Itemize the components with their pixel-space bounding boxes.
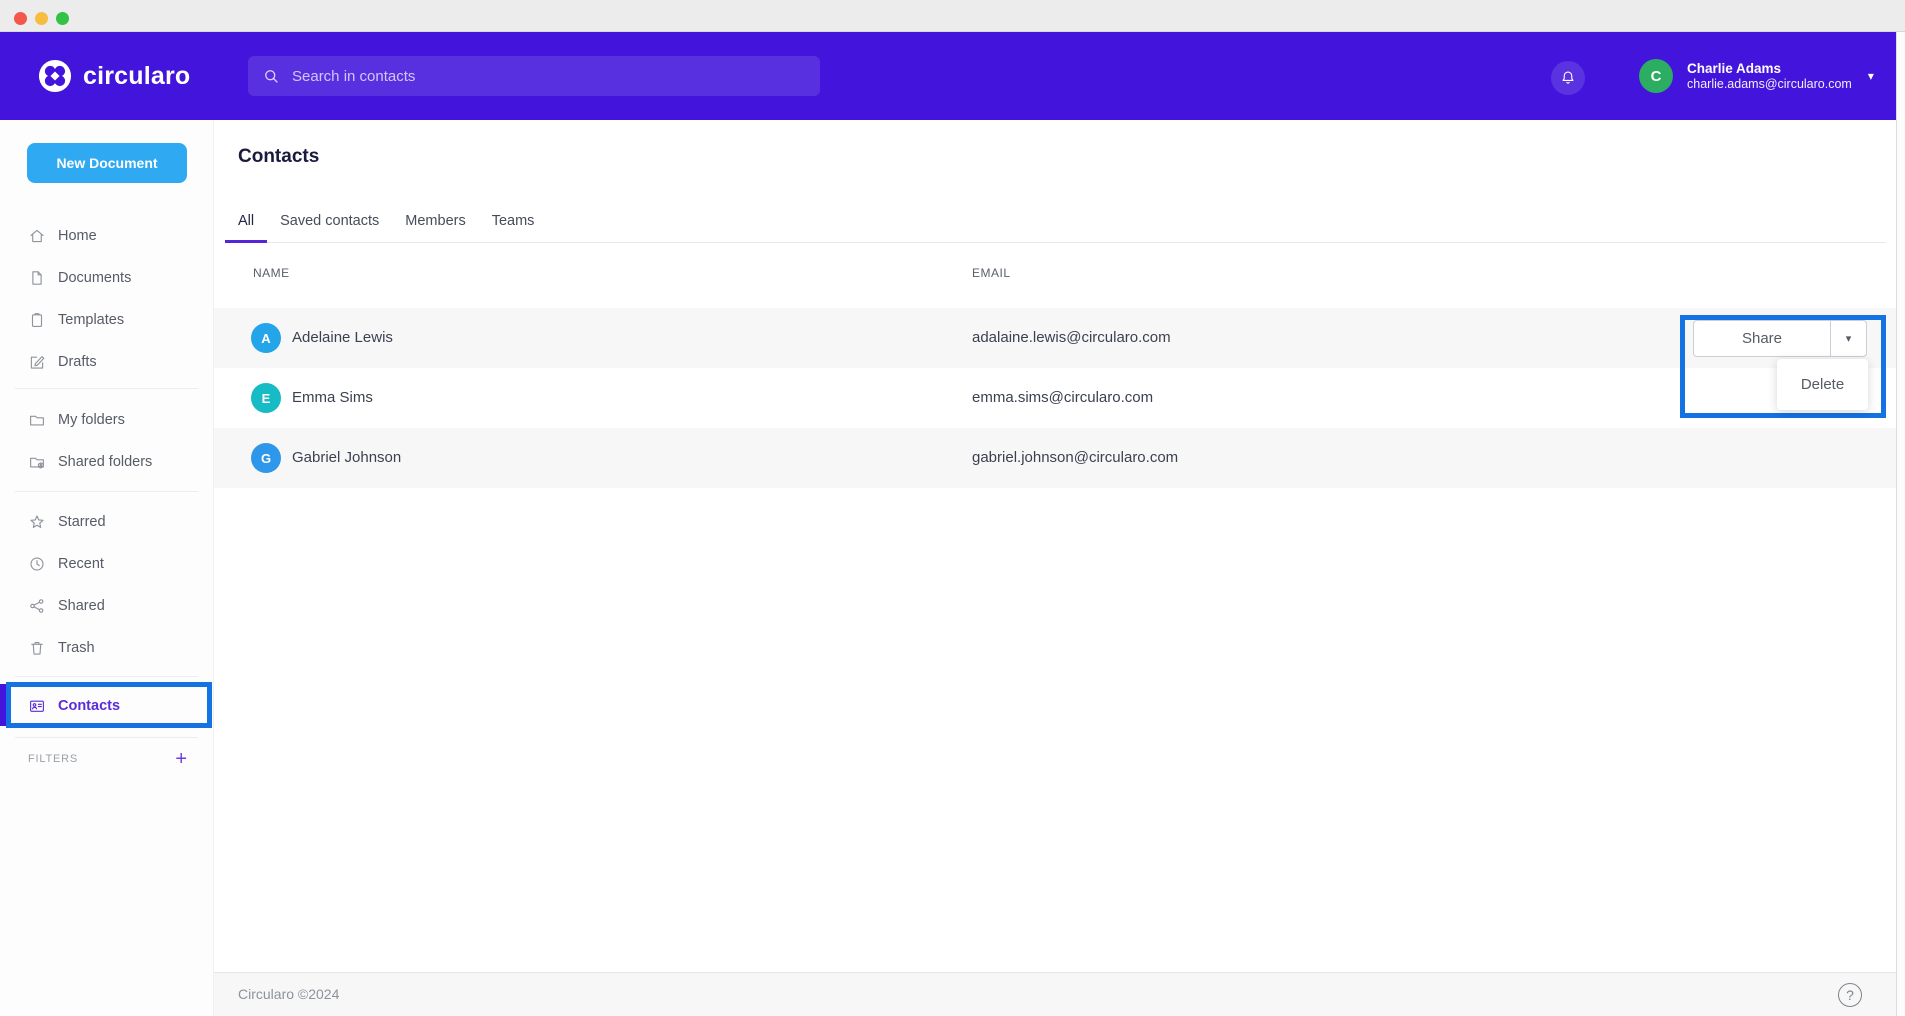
close-button[interactable] <box>14 12 27 25</box>
sidebar-item-trash[interactable]: Trash <box>0 627 213 669</box>
folder-icon <box>28 411 46 429</box>
contact-email: emma.sims@circularo.com <box>972 389 1153 406</box>
star-icon <box>28 513 46 531</box>
sidebar-item-templates[interactable]: Templates <box>0 299 213 341</box>
sidebar-item-shared[interactable]: Shared <box>0 585 213 627</box>
sidebar-item-documents[interactable]: Documents <box>0 257 213 299</box>
minimize-button[interactable] <box>35 12 48 25</box>
filters-label: FILTERS <box>28 753 78 765</box>
search-icon <box>262 67 280 85</box>
user-name: Charlie Adams <box>1687 61 1852 77</box>
user-menu[interactable]: C Charlie Adams charlie.adams@circularo.… <box>1639 32 1874 120</box>
share-menu-caret-icon[interactable]: ▾ <box>1830 321 1866 356</box>
tab-saved-contacts[interactable]: Saved contacts <box>267 213 392 243</box>
column-header-email: EMAIL <box>972 266 1011 280</box>
zoom-button[interactable] <box>56 12 69 25</box>
table-row[interactable]: G Gabriel Johnson gabriel.johnson@circul… <box>214 428 1896 488</box>
home-icon <box>28 227 46 245</box>
pencil-square-icon <box>28 353 46 371</box>
sidebar-item-shared-folders[interactable]: Shared folders <box>0 441 213 483</box>
active-item-indicator <box>0 684 6 726</box>
scrollbar-track[interactable] <box>1896 32 1905 1016</box>
app-header: circularo C Charlie Adams charlie.adams@… <box>0 32 1897 120</box>
contact-card-icon <box>28 697 46 715</box>
add-filter-button[interactable]: + <box>175 749 187 769</box>
brand-name: circularo <box>83 62 190 91</box>
new-document-button[interactable]: New Document <box>27 143 187 183</box>
page-title: Contacts <box>238 146 319 168</box>
menu-item-delete[interactable]: Delete <box>1801 376 1844 393</box>
main-content: Contacts All Saved contacts Members Team… <box>214 120 1896 1016</box>
notifications-button[interactable] <box>1551 61 1585 95</box>
clipboard-icon <box>28 311 46 329</box>
tab-members[interactable]: Members <box>392 213 478 243</box>
share-button[interactable]: Share <box>1694 321 1830 356</box>
contact-name: Gabriel Johnson <box>292 449 401 466</box>
clock-icon <box>28 555 46 573</box>
tab-all[interactable]: All <box>225 213 267 243</box>
sidebar-item-home[interactable]: Home <box>0 215 213 257</box>
contact-name: Emma Sims <box>292 389 373 406</box>
tab-bar: All Saved contacts Members Teams <box>225 213 547 243</box>
sidebar-item-contacts[interactable]: Contacts <box>0 685 213 727</box>
sidebar-divider <box>15 388 198 389</box>
tab-teams[interactable]: Teams <box>479 213 548 243</box>
search-bar <box>248 56 820 96</box>
table-header: NAME EMAIL <box>214 266 1896 296</box>
share-nodes-icon <box>28 597 46 615</box>
trash-icon <box>28 639 46 657</box>
sidebar-divider <box>15 737 198 738</box>
share-split-button: Share ▾ <box>1693 320 1867 357</box>
contact-email: adalaine.lewis@circularo.com <box>972 329 1171 346</box>
shared-folder-icon <box>28 453 46 471</box>
window-controls <box>14 12 69 25</box>
circularo-flower-icon <box>38 59 72 93</box>
contact-email: gabriel.johnson@circularo.com <box>972 449 1178 466</box>
contact-name: Adelaine Lewis <box>292 329 393 346</box>
search-input[interactable] <box>292 68 806 85</box>
sidebar-item-my-folders[interactable]: My folders <box>0 399 213 441</box>
window-titlebar <box>0 0 1905 32</box>
avatar: A <box>251 323 281 353</box>
sidebar-item-drafts[interactable]: Drafts <box>0 341 213 383</box>
brand-logo[interactable]: circularo <box>38 32 190 120</box>
document-icon <box>28 269 46 287</box>
table-row[interactable]: A Adelaine Lewis adalaine.lewis@circular… <box>214 308 1896 368</box>
user-email: charlie.adams@circularo.com <box>1687 77 1852 91</box>
chevron-down-icon: ▾ <box>1868 69 1874 83</box>
sidebar-item-starred[interactable]: Starred <box>0 501 213 543</box>
sidebar-divider <box>15 676 198 677</box>
copyright-text: Circularo ©2024 <box>238 986 339 1002</box>
contacts-table: A Adelaine Lewis adalaine.lewis@circular… <box>214 308 1896 488</box>
bell-icon <box>1559 69 1577 87</box>
avatar: E <box>251 383 281 413</box>
user-avatar: C <box>1639 59 1673 93</box>
sidebar-divider <box>15 491 198 492</box>
sidebar-item-recent[interactable]: Recent <box>0 543 213 585</box>
table-row[interactable]: E Emma Sims emma.sims@circularo.com <box>214 368 1896 428</box>
share-dropdown-menu: Delete <box>1777 359 1868 410</box>
sidebar: New Document Home Documents Templates Dr… <box>0 120 214 1016</box>
column-header-name: NAME <box>253 266 290 280</box>
help-icon[interactable]: ? <box>1838 983 1862 1007</box>
footer: Circularo ©2024 ? <box>214 972 1896 1016</box>
avatar: G <box>251 443 281 473</box>
